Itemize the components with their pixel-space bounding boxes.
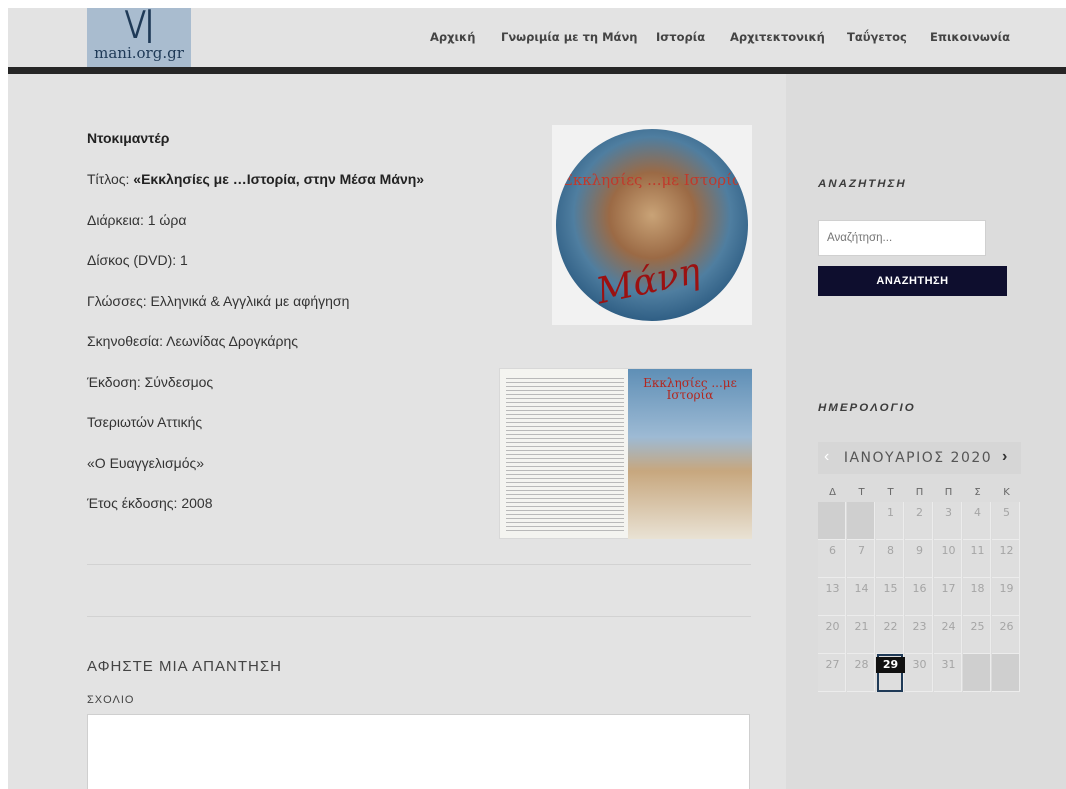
nav-contact[interactable]: Επικοινωνία <box>930 30 1010 44</box>
calendar-day[interactable]: 11 <box>963 544 992 557</box>
calendar-weekday: Τ <box>887 487 894 498</box>
article-publisher-line2: Τσεριωτών Αττικής <box>87 414 203 430</box>
calendar-today[interactable]: 29 <box>876 657 905 673</box>
nav-architecture[interactable]: Αρχιτεκτονική <box>730 30 825 44</box>
article-heading: Ντοκιμαντέρ <box>87 130 170 146</box>
calendar-day[interactable]: 9 <box>905 544 934 557</box>
calendar-day[interactable]: 31 <box>934 658 963 671</box>
calendar-day[interactable]: 28 <box>847 658 876 671</box>
calendar-weekday: Π <box>915 487 924 498</box>
calendar-day[interactable]: 21 <box>847 620 876 633</box>
calendar-day[interactable]: 20 <box>818 620 847 633</box>
article-title: Τίτλος: «Εκκλησίες με …Ιστορία, στην Μέσ… <box>87 171 424 187</box>
nav-home[interactable]: Αρχική <box>430 30 475 44</box>
search-button[interactable]: ΑΝΑΖΗΤΗΣΗ <box>818 266 1007 296</box>
calendar-month: ΙΑΝΟΥΑΡΙΟΣ 2020 <box>843 450 993 466</box>
cover-back-text <box>506 375 624 533</box>
calendar-day[interactable]: 30 <box>905 658 934 671</box>
calendar-day[interactable]: 24 <box>934 620 963 633</box>
calendar-weekday: Κ <box>1003 487 1010 498</box>
article-languages: Γλώσσες: Ελληνικά & Αγγλικά με αφήγηση <box>87 293 350 309</box>
calendar-day[interactable]: 8 <box>876 544 905 557</box>
article-disc: Δίσκος (DVD): 1 <box>87 252 188 268</box>
calendar-day[interactable]: 26 <box>992 620 1021 633</box>
calendar-cell <box>992 654 1020 692</box>
calendar-day[interactable]: 12 <box>992 544 1021 557</box>
comment-label: ΣΧΟΛΙΟ <box>87 694 135 706</box>
calendar-weekday: Σ <box>974 487 981 498</box>
calendar-day[interactable]: 27 <box>818 658 847 671</box>
divider <box>87 616 751 617</box>
comment-textarea[interactable] <box>87 714 750 789</box>
calendar-day[interactable]: 3 <box>934 506 963 519</box>
search-input[interactable] <box>818 220 986 256</box>
calendar-cell <box>847 502 875 540</box>
calendar-day[interactable]: 10 <box>934 544 963 557</box>
calendar-day[interactable]: 19 <box>992 582 1021 595</box>
reply-title: ΑΦΗΣΤΕ ΜΙΑ ΑΠΑΝΤΗΣΗ <box>87 658 282 675</box>
article-year: Έτος έκδοσης: 2008 <box>87 495 213 511</box>
calendar-cell <box>963 654 991 692</box>
calendar-day[interactable]: 5 <box>992 506 1021 519</box>
calendar-day[interactable]: 1 <box>876 506 905 519</box>
calendar: ‹ ΙΑΝΟΥΑΡΙΟΣ 2020 › Δ Τ Τ Π Π Σ Κ 1 2 3 4 5 6 7 8 9 10 11… <box>818 442 1021 748</box>
site-header: \/| mani.org.gr Αρχική Γνωριμία με τη Μά… <box>8 8 1066 67</box>
header-divider <box>8 67 1066 74</box>
calendar-weekday: Π <box>944 487 953 498</box>
calendar-day[interactable]: 18 <box>963 582 992 595</box>
calendar-weekday: Τ <box>858 487 865 498</box>
logo-text: mani.org.gr <box>94 44 184 62</box>
logo-mark: \/| <box>124 8 155 44</box>
calendar-cell <box>818 502 846 540</box>
article-duration: Διάρκεια: 1 ώρα <box>87 212 187 228</box>
calendar-widget-title: ΗΜΕΡΟΛΟΓΙΟ <box>818 402 916 414</box>
cover-title: Εκκλησίες ...με Ιστορία <box>643 376 737 402</box>
chevron-left-icon[interactable]: ‹ <box>824 448 829 466</box>
calendar-day[interactable]: 15 <box>876 582 905 595</box>
dvd-cover-image[interactable]: Εκκλησίες ...με Ιστορία <box>499 368 752 539</box>
chevron-right-icon[interactable]: › <box>1002 448 1007 466</box>
nav-history[interactable]: Ιστορία <box>656 30 705 44</box>
nav-taygetos[interactable]: Ταΰγετος <box>847 30 907 44</box>
calendar-day[interactable]: 16 <box>905 582 934 595</box>
calendar-header: ‹ ΙΑΝΟΥΑΡΙΟΣ 2020 › <box>818 442 1021 474</box>
calendar-day[interactable]: 22 <box>876 620 905 633</box>
article-director: Σκηνοθεσία: Λεωνίδας Δρογκάρης <box>87 333 299 349</box>
disc-artwork: Εκκλησίες ...με Ιστορία Μάνη <box>556 129 748 321</box>
divider <box>87 564 751 565</box>
calendar-day[interactable]: 7 <box>847 544 876 557</box>
article-publisher: Έκδοση: Σύνδεσμος <box>87 374 214 390</box>
calendar-day[interactable]: 4 <box>963 506 992 519</box>
calendar-day[interactable]: 23 <box>905 620 934 633</box>
calendar-day[interactable]: 13 <box>818 582 847 595</box>
disc-signature: Μάνη <box>592 250 704 313</box>
calendar-day[interactable]: 6 <box>818 544 847 557</box>
cover-front-artwork: Εκκλησίες ...με Ιστορία <box>628 369 752 539</box>
title-value: «Εκκλησίες με …Ιστορία, στην Μέσα Μάνη» <box>133 171 425 187</box>
calendar-day[interactable]: 25 <box>963 620 992 633</box>
page: \/| mani.org.gr Αρχική Γνωριμία με τη Μά… <box>8 8 1066 789</box>
calendar-day[interactable]: 17 <box>934 582 963 595</box>
site-logo[interactable]: \/| mani.org.gr <box>87 8 191 67</box>
article-publisher-line3: «Ο Ευαγγελισμός» <box>87 455 205 471</box>
title-prefix: Τίτλος: <box>87 171 134 187</box>
calendar-day[interactable]: 2 <box>905 506 934 519</box>
disc-title: Εκκλησίες ...με Ιστορία <box>561 171 743 189</box>
search-widget-title: ΑΝΑΖΗΤΗΣΗ <box>818 178 907 190</box>
dvd-disc-image[interactable]: Εκκλησίες ...με Ιστορία Μάνη <box>552 125 752 325</box>
calendar-day[interactable]: 14 <box>847 582 876 595</box>
nav-about-mani[interactable]: Γνωριμία με τη Μάνη <box>501 30 637 44</box>
calendar-weekday: Δ <box>829 487 836 498</box>
